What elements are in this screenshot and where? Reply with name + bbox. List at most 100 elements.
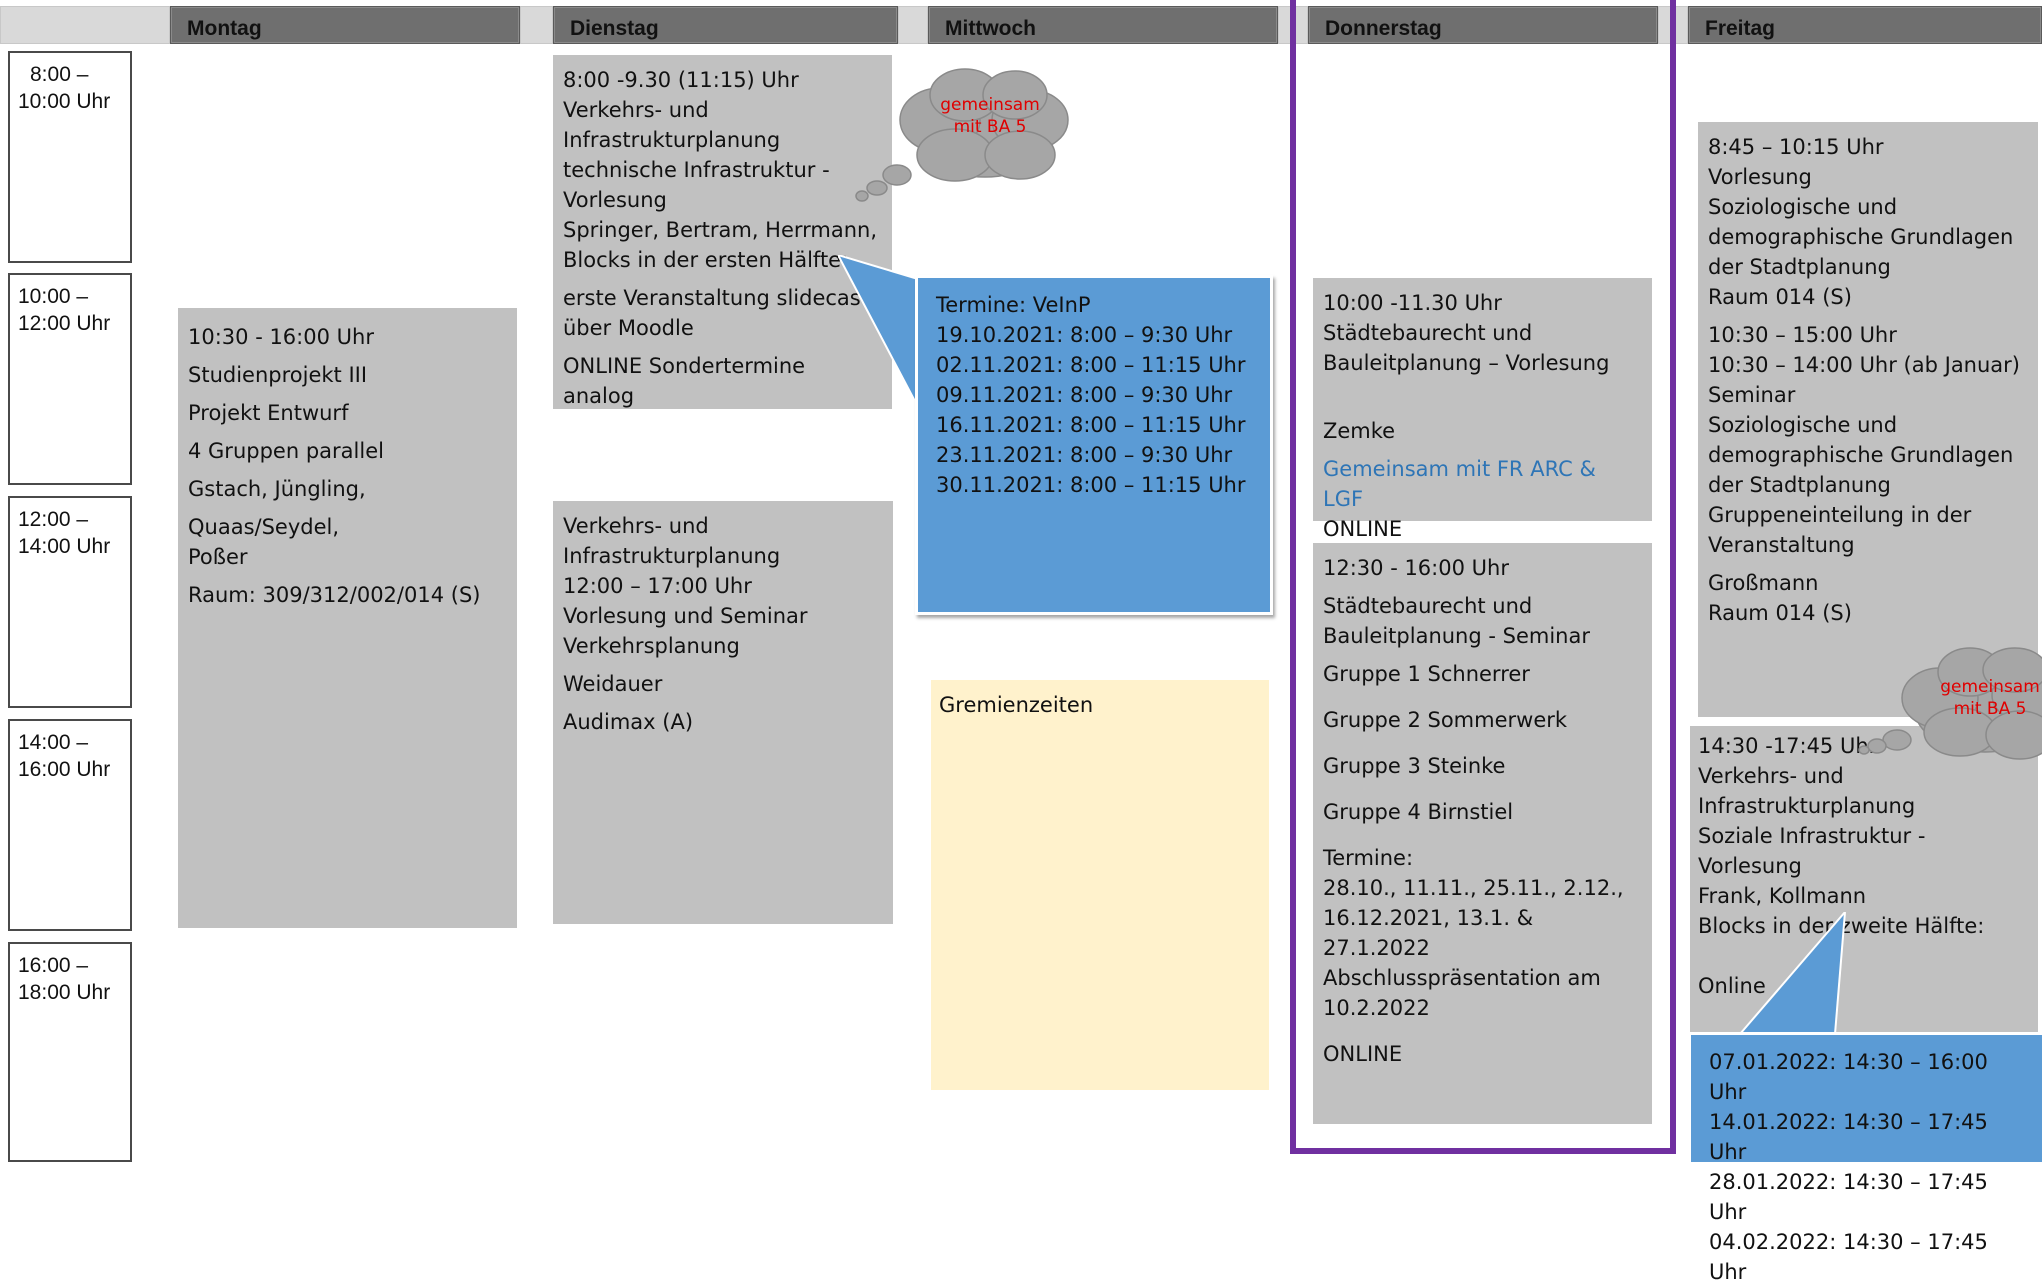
event-line: 8:00 -9.30 (11:15) Uhr bbox=[563, 68, 799, 92]
event-line: der Stadtplanung bbox=[1708, 473, 1891, 497]
event-line: Bauleitplanung – Vorlesung bbox=[1323, 351, 1610, 375]
event-line: Studienprojekt III bbox=[188, 363, 368, 387]
termine-line: 28.01.2022: 14:30 – 17:45 Uhr bbox=[1709, 1170, 1988, 1224]
cloud-line: mit BA 5 bbox=[953, 117, 1027, 137]
header-day-montag: Montag bbox=[170, 6, 520, 44]
event-line: 10:30 – 14:00 Uhr (ab Januar) bbox=[1708, 353, 2020, 377]
event-line: Städtebaurecht und bbox=[1323, 594, 1533, 618]
event-verkehrsplanung: Verkehrs- und Infrastrukturplanung 12:00… bbox=[553, 501, 893, 924]
event-line: Bauleitplanung - Seminar bbox=[1323, 624, 1590, 648]
time-to: 12:00 Uhr bbox=[18, 312, 111, 335]
header-gap bbox=[898, 6, 928, 44]
event-line: Seminar bbox=[1708, 383, 1796, 407]
time-to: 16:00 Uhr bbox=[18, 758, 111, 781]
event-link-line: Gemeinsam mit FR ARC & LGF bbox=[1323, 457, 1596, 511]
event-line: Raum: 309/312/002/014 (S) bbox=[188, 583, 481, 607]
event-line: Weidauer bbox=[563, 672, 663, 696]
event-staedtebaurecht-vorlesung: 10:00 -11.30 Uhr Städtebaurecht und Baul… bbox=[1313, 278, 1652, 541]
event-line: 10:30 – 15:00 Uhr bbox=[1708, 323, 1897, 347]
event-line: Termine: bbox=[1323, 846, 1414, 870]
event-studienprojekt: 10:30 - 16:00 Uhr Studienprojekt III Pro… bbox=[178, 308, 517, 928]
event-line: Infrastrukturplanung bbox=[563, 544, 781, 568]
time-slot: 12:00 – 14:00 Uhr bbox=[8, 496, 132, 708]
event-line: Verkehrsplanung bbox=[563, 634, 740, 658]
termine-line: 16.11.2021: 8:00 – 11:15 Uhr bbox=[936, 413, 1246, 437]
termine-line: Termine: VeInP bbox=[936, 293, 1091, 317]
event-line: Städtebaurecht und bbox=[1323, 321, 1533, 345]
event-line: Vorlesung bbox=[1708, 165, 1812, 189]
event-line: 8:45 – 10:15 Uhr bbox=[1708, 135, 1884, 159]
cloud-line: gemeinsam bbox=[940, 95, 1040, 115]
event-line: Soziologische und bbox=[1708, 413, 1898, 437]
time-slot: 10:00 – 12:00 Uhr bbox=[8, 273, 132, 485]
event-line: Springer, Bertram, Herrmann, bbox=[563, 218, 878, 242]
event-line: 28.10., 11.11., 25.11., 2.12., bbox=[1323, 876, 1624, 900]
event-line: Großmann bbox=[1708, 571, 1819, 595]
event-line: Gruppe 2 Sommerwerk bbox=[1323, 708, 1568, 732]
event-line: Gstach, Jüngling, Quaas/Seydel, bbox=[188, 477, 366, 539]
termine-veinp-callout: Termine: VeInP 19.10.2021: 8:00 – 9:30 U… bbox=[915, 275, 1273, 615]
time-to: 10:00 Uhr bbox=[18, 90, 111, 113]
event-line: Vorlesung und Seminar bbox=[563, 604, 808, 628]
event-line: Gruppe 1 Schnerrer bbox=[1323, 662, 1530, 686]
time-from: 16:00 – bbox=[18, 954, 89, 977]
event-line: Raum 014 (S) bbox=[1708, 285, 1852, 309]
event-line: Verkehrs- und bbox=[563, 514, 709, 538]
event-line: Soziale Infrastruktur - Vorlesung bbox=[1698, 824, 1926, 878]
event-line: über Moodle bbox=[563, 316, 694, 340]
time-from: 14:00 – bbox=[18, 731, 89, 754]
event-line: ONLINE bbox=[1323, 1042, 1403, 1066]
event-line: erste Veranstaltung slidecast bbox=[563, 286, 869, 310]
time-to: 18:00 Uhr bbox=[18, 981, 111, 1004]
event-line: 12:00 – 17:00 Uhr bbox=[563, 574, 752, 598]
event-line: Veranstaltung bbox=[1708, 533, 1855, 557]
termine-line: 07.01.2022: 14:30 – 16:00 Uhr bbox=[1709, 1050, 1988, 1104]
termine-line: 23.11.2021: 8:00 – 9:30 Uhr bbox=[936, 443, 1233, 467]
event-line: Verkehrs- und bbox=[563, 98, 709, 122]
event-line: Soziologische und bbox=[1708, 195, 1898, 219]
event-line: 10:00 -11.30 Uhr bbox=[1323, 291, 1502, 315]
termine-line: 19.10.2021: 8:00 – 9:30 Uhr bbox=[936, 323, 1233, 347]
event-line: Infrastrukturplanung bbox=[1698, 794, 1916, 818]
event-line: Gruppe 4 Birnstiel bbox=[1323, 800, 1514, 824]
event-line: 12:30 - 16:00 Uhr bbox=[1323, 556, 1509, 580]
event-line: 4 Gruppen parallel bbox=[188, 439, 384, 463]
time-to: 14:00 Uhr bbox=[18, 535, 111, 558]
termine-line: 02.11.2021: 8:00 – 11:15 Uhr bbox=[936, 353, 1246, 377]
event-line: Audimax (A) bbox=[563, 710, 694, 734]
header-day-mittwoch: Mittwoch bbox=[928, 6, 1278, 44]
event-line: Gremienzeiten bbox=[939, 693, 1094, 717]
event-gremienzeiten: Gremienzeiten bbox=[931, 680, 1269, 1090]
time-from: 10:00 – bbox=[18, 285, 89, 308]
event-line: demographische Grundlagen bbox=[1708, 225, 2014, 249]
event-line: Blocks in der ersten Hälfte: bbox=[563, 248, 849, 272]
header-day-dienstag: Dienstag bbox=[553, 6, 898, 44]
event-line: Projekt Entwurf bbox=[188, 401, 349, 425]
cloud-note: gemeinsam mit BA 5 bbox=[920, 94, 1060, 138]
event-soziologische-grundlagen: 8:45 – 10:15 Uhr Vorlesung Soziologische… bbox=[1698, 122, 2038, 717]
event-line: ONLINE Sondertermine analog bbox=[563, 354, 806, 408]
header-corner bbox=[0, 6, 170, 44]
event-line: Frank, Kollmann bbox=[1698, 884, 1867, 908]
event-line: 16.12.2021, 13.1. & 27.1.2022 bbox=[1323, 906, 1534, 960]
time-from: 8:00 – bbox=[30, 63, 89, 86]
event-line: Infrastrukturplanung bbox=[563, 128, 781, 152]
termine-callout: 07.01.2022: 14:30 – 16:00 Uhr 14.01.2022… bbox=[1688, 1032, 2042, 1284]
time-from: 12:00 – bbox=[18, 508, 89, 531]
cloud-line: mit BA 5 bbox=[1953, 699, 2027, 719]
event-line: ONLINE bbox=[1323, 517, 1403, 541]
time-slot: 8:00 – 10:00 Uhr bbox=[8, 51, 132, 263]
event-line: der Stadtplanung bbox=[1708, 255, 1891, 279]
event-line: 10:30 - 16:00 Uhr bbox=[188, 325, 374, 349]
event-line: Poßer bbox=[188, 545, 248, 569]
termine-line: 30.11.2021: 8:00 – 11:15 Uhr bbox=[936, 473, 1246, 497]
event-line: Gruppe 3 Steinke bbox=[1323, 754, 1506, 778]
event-line: Gruppeneinteilung in der bbox=[1708, 503, 1972, 527]
time-slot: 14:00 – 16:00 Uhr bbox=[8, 719, 132, 931]
event-line: Raum 014 (S) bbox=[1708, 601, 1852, 625]
event-line: Vorlesung bbox=[563, 188, 667, 212]
callout-pointer bbox=[1740, 912, 1846, 1035]
time-slot: 16:00 – 18:00 Uhr bbox=[8, 942, 132, 1162]
cloud-note: gemeinsam mit BA 5 bbox=[1925, 676, 2042, 720]
event-line: technische Infrastruktur - bbox=[563, 158, 830, 182]
